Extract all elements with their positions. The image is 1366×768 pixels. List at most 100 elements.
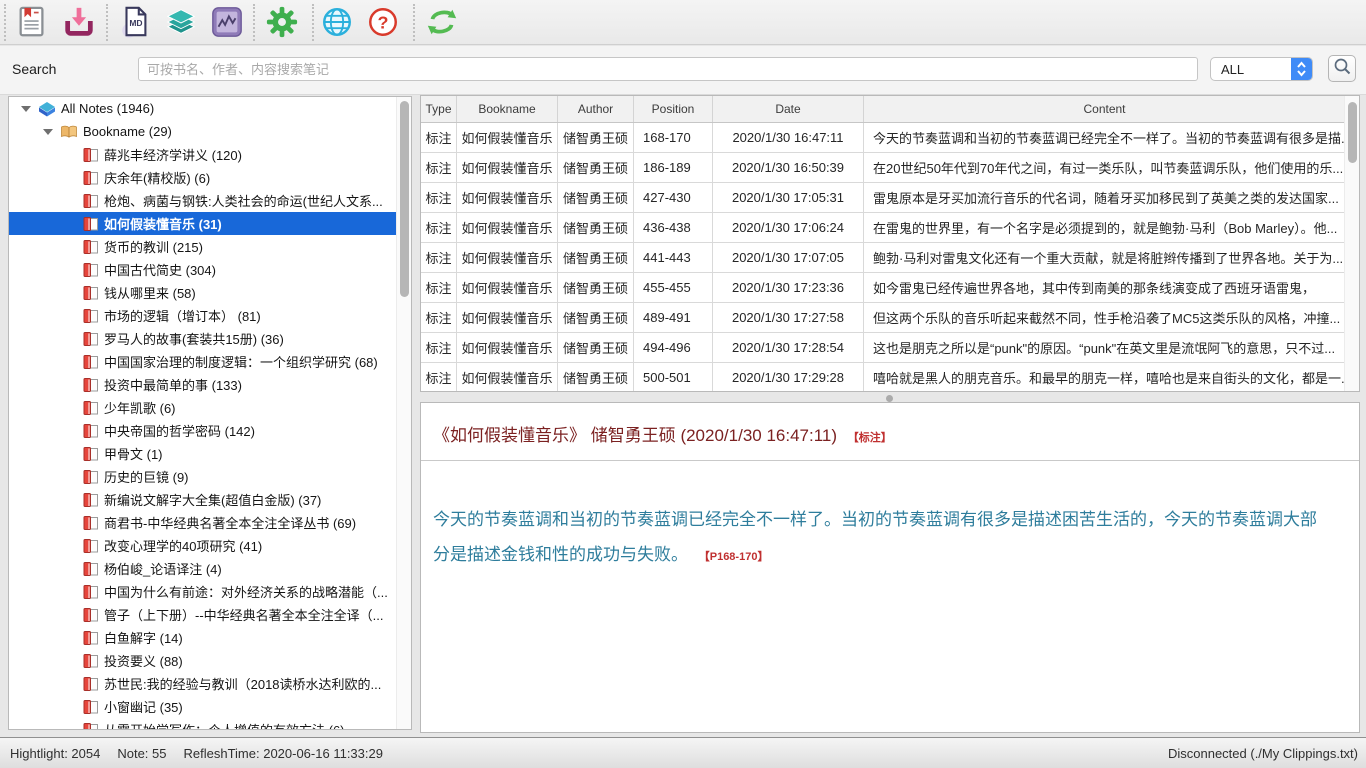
sidebar-book-item[interactable]: 商君书-中华经典名著全本全注全译丛书 (69) [9,511,396,534]
table-row[interactable]: 标注 如何假装懂音乐 储智勇王硕 436-438 2020/1/30 17:06… [421,213,1345,243]
sidebar-book-item[interactable]: 杨伯峻_论语译注 (4) [9,557,396,580]
sidebar-book-item[interactable]: 少年凯歌 (6) [9,396,396,419]
sidebar-book-item[interactable]: 中央帝国的哲学密码 (142) [9,419,396,442]
column-header-type[interactable]: Type [421,96,457,122]
sidebar-book-item[interactable]: 小窗幽记 (35) [9,695,396,718]
table-row[interactable]: 标注 如何假装懂音乐 储智勇王硕 186-189 2020/1/30 16:50… [421,153,1345,183]
note-type-tag: 【标注】 [848,432,892,444]
book-label: 管子（上下册）--中华经典名著全本全注全译（... [104,605,384,624]
sidebar-book-item[interactable]: 管子（上下册）--中华经典名著全本全注全译（... [9,603,396,626]
sidebar-scrollbar[interactable] [396,97,411,729]
sidebar-item-bookname[interactable]: Bookname (29) [9,120,396,143]
help-icon[interactable]: ? [366,5,400,39]
svg-text:MD: MD [129,18,142,28]
cell-author: 储智勇王硕 [558,213,634,242]
cell-content: 鲍勃·马利对雷鬼文化还有一个重大贡献，就是将脏辫传播到了世界各地。关于为... [864,243,1345,272]
book-label: 杨伯峻_论语译注 (4) [104,559,222,578]
globe-icon[interactable] [320,5,354,39]
statistics-icon[interactable] [210,5,244,39]
cell-content: 但这两个乐队的音乐听起来截然不同，性手枪沿袭了MC5这类乐队的风格，冲撞... [864,303,1345,332]
column-header-author[interactable]: Author [558,96,634,122]
disclosure-triangle-icon[interactable] [21,106,31,112]
sidebar-book-item[interactable]: 庆余年(精校版) (6) [9,166,396,189]
book-label: 罗马人的故事(套装共15册) (36) [104,329,284,348]
book-label: 中国国家治理的制度逻辑：一个组织学研究 (68) [104,352,378,371]
sidebar-book-item[interactable]: 罗马人的故事(套装共15册) (36) [9,327,396,350]
magnifier-icon [1332,57,1352,80]
sidebar-book-item[interactable]: 如何假装懂音乐 (31) [9,212,396,235]
book-tree: All Notes (1946) Bookname (29) 薛兆丰经济学讲义 … [9,97,396,729]
table-row[interactable]: 标注 如何假装懂音乐 储智勇王硕 168-170 2020/1/30 16:47… [421,123,1345,153]
book-label: 甲骨文 (1) [104,444,163,463]
table-row[interactable]: 标注 如何假装懂音乐 储智勇王硕 455-455 2020/1/30 17:23… [421,273,1345,303]
sidebar-book-item[interactable]: 钱从哪里来 (58) [9,281,396,304]
toolbar: MD [0,0,1366,45]
sidebar-book-item[interactable]: 中国国家治理的制度逻辑：一个组织学研究 (68) [9,350,396,373]
disclosure-triangle-icon[interactable] [43,129,53,135]
sidebar-book-item[interactable]: 新编说文解字大全集(超值白金版) (37) [9,488,396,511]
cell-type: 标注 [421,303,457,332]
table-row[interactable]: 标注 如何假装懂音乐 储智勇王硕 427-430 2020/1/30 17:05… [421,183,1345,213]
cell-content: 雷鬼原本是牙买加流行音乐的代名词，随着牙买加移民到了英美之类的发达国家... [864,183,1345,212]
table-row[interactable]: 标注 如何假装懂音乐 储智勇王硕 441-443 2020/1/30 17:07… [421,243,1345,273]
cell-author: 储智勇王硕 [558,333,634,362]
book-label: 钱从哪里来 (58) [104,283,196,302]
book-label: 小窗幽记 (35) [104,697,183,716]
sidebar-book-item[interactable]: 白鱼解字 (14) [9,626,396,649]
cell-type: 标注 [421,333,457,362]
sidebar-scrollbar-thumb[interactable] [400,101,409,297]
sidebar-book-item[interactable]: 中国古代简史 (304) [9,258,396,281]
sidebar-book-item[interactable]: 薛兆丰经济学讲义 (120) [9,143,396,166]
cell-bookname: 如何假装懂音乐 [457,243,558,272]
search-input[interactable] [138,57,1198,81]
book-label: 枪炮、病菌与钢铁:人类社会的命运(世纪人文系... [104,191,383,210]
layers-icon[interactable] [164,5,198,39]
sidebar-book-item[interactable]: 从零开始学写作：个人增值的有效方法 (6) [9,718,396,730]
sync-refresh-icon[interactable] [425,5,459,39]
column-header-content[interactable]: Content [864,96,1345,122]
sidebar-book-item[interactable]: 甲骨文 (1) [9,442,396,465]
notes-document-icon[interactable] [15,5,49,39]
note-body-text: 今天的节奏蓝调和当初的节奏蓝调已经完全不一样了。当初的节奏蓝调有很多是描述困苦生… [433,510,1317,564]
cell-bookname: 如何假装懂音乐 [457,183,558,212]
column-header-date[interactable]: Date [713,96,864,122]
book-list: 薛兆丰经济学讲义 (120) 庆余年(精校版) (6) 枪炮、病菌与钢铁:人类社… [9,143,396,730]
sidebar-book-item[interactable]: 改变心理学的40项研究 (41) [9,534,396,557]
sidebar-book-item[interactable]: 历史的巨镜 (9) [9,465,396,488]
scope-select[interactable]: ALL [1210,57,1313,81]
column-header-bookname[interactable]: Bookname [457,96,558,122]
all-notes-label: All Notes (1946) [61,101,154,116]
search-button[interactable] [1328,55,1356,82]
sidebar-book-item[interactable]: 投资中最简单的事 (133) [9,373,396,396]
book-icon [83,148,99,162]
sidebar-book-item[interactable]: 苏世民:我的经验与教训（2018读桥水达利欧的... [9,672,396,695]
cell-type: 标注 [421,363,457,392]
cell-type: 标注 [421,213,457,242]
status-refresh-time: RefleshTime: 2020-06-16 11:33:29 [184,746,383,761]
import-clippings-icon[interactable] [62,5,96,39]
table-scrollbar-thumb[interactable] [1348,102,1357,163]
sidebar-book-item[interactable]: 市场的逻辑（增订本） (81) [9,304,396,327]
sidebar-item-all-notes[interactable]: All Notes (1946) [9,97,396,120]
sidebar-book-item[interactable]: 枪炮、病菌与钢铁:人类社会的命运(世纪人文系... [9,189,396,212]
book-label: 市场的逻辑（增订本） (81) [104,306,261,325]
cell-content: 这也是朋克之所以是“punk"的原因。“punk"在英文里是流氓阿飞的意思，只不… [864,333,1345,362]
book-label: 中国为什么有前途：对外经济关系的战略潜能（... [104,582,388,601]
splitter-handle[interactable] [420,393,1360,401]
table-row[interactable]: 标注 如何假装懂音乐 储智勇王硕 489-491 2020/1/30 17:27… [421,303,1345,333]
settings-gear-icon[interactable] [265,5,299,39]
table-scrollbar[interactable] [1344,96,1359,391]
sidebar-book-item[interactable]: 投资要义 (88) [9,649,396,672]
chevron-up-down-icon [1291,57,1312,81]
table-row[interactable]: 标注 如何假装懂音乐 储智勇王硕 500-501 2020/1/30 17:29… [421,363,1345,392]
sidebar-book-item[interactable]: 中国为什么有前途：对外经济关系的战略潜能（... [9,580,396,603]
cell-date: 2020/1/30 16:50:39 [713,153,864,182]
cell-content: 如今雷鬼已经传遍世界各地，其中传到南美的那条线演变成了西班牙语雷鬼， [864,273,1345,302]
cell-content: 今天的节奏蓝调和当初的节奏蓝调已经完全不一样了。当初的节奏蓝调有很多是描... [864,123,1345,152]
column-header-position[interactable]: Position [634,96,713,122]
table-row[interactable]: 标注 如何假装懂音乐 储智勇王硕 494-496 2020/1/30 17:28… [421,333,1345,363]
markdown-export-icon[interactable]: MD [118,5,152,39]
sidebar-book-item[interactable]: 货币的教训 (215) [9,235,396,258]
note-detail-body: 今天的节奏蓝调和当初的节奏蓝调已经完全不一样了。当初的节奏蓝调有很多是描述困苦生… [421,461,1359,575]
book-icon [83,309,99,323]
